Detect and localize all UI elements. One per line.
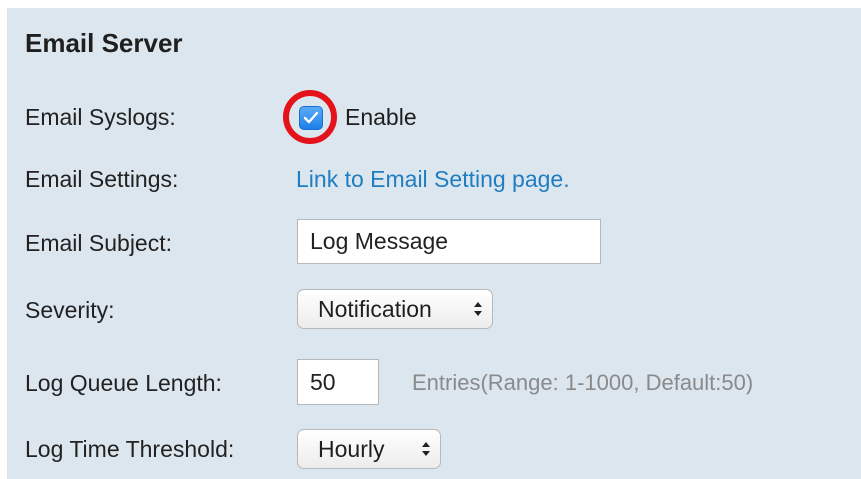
up-down-arrows-icon bbox=[422, 442, 430, 456]
log-queue-length-input[interactable] bbox=[297, 359, 379, 405]
email-server-panel: Email Server Email Syslogs: Enable Email… bbox=[7, 8, 861, 479]
up-down-arrows-icon bbox=[474, 302, 482, 316]
log-queue-length-label: Log Queue Length: bbox=[25, 370, 222, 396]
enable-label[interactable]: Enable bbox=[345, 104, 417, 131]
severity-select[interactable]: Notification bbox=[297, 289, 493, 329]
section-title: Email Server bbox=[25, 28, 183, 58]
email-syslogs-label: Email Syslogs: bbox=[25, 104, 176, 130]
checkmark-icon bbox=[303, 111, 319, 124]
severity-selected-value: Notification bbox=[318, 296, 432, 322]
email-subject-input[interactable] bbox=[297, 219, 601, 264]
log-time-threshold-selected-value: Hourly bbox=[318, 436, 385, 462]
enable-checkbox[interactable] bbox=[299, 106, 323, 130]
email-subject-label: Email Subject: bbox=[25, 230, 173, 256]
email-setting-page-link[interactable]: Link to Email Setting page. bbox=[296, 166, 570, 193]
checkbox-highlight-circle bbox=[283, 90, 337, 144]
email-settings-label: Email Settings: bbox=[25, 166, 179, 192]
log-time-threshold-select[interactable]: Hourly bbox=[297, 429, 441, 469]
log-time-threshold-label: Log Time Threshold: bbox=[25, 436, 235, 462]
severity-label: Severity: bbox=[25, 297, 115, 323]
log-queue-length-hint: Entries(Range: 1-1000, Default:50) bbox=[412, 370, 754, 395]
